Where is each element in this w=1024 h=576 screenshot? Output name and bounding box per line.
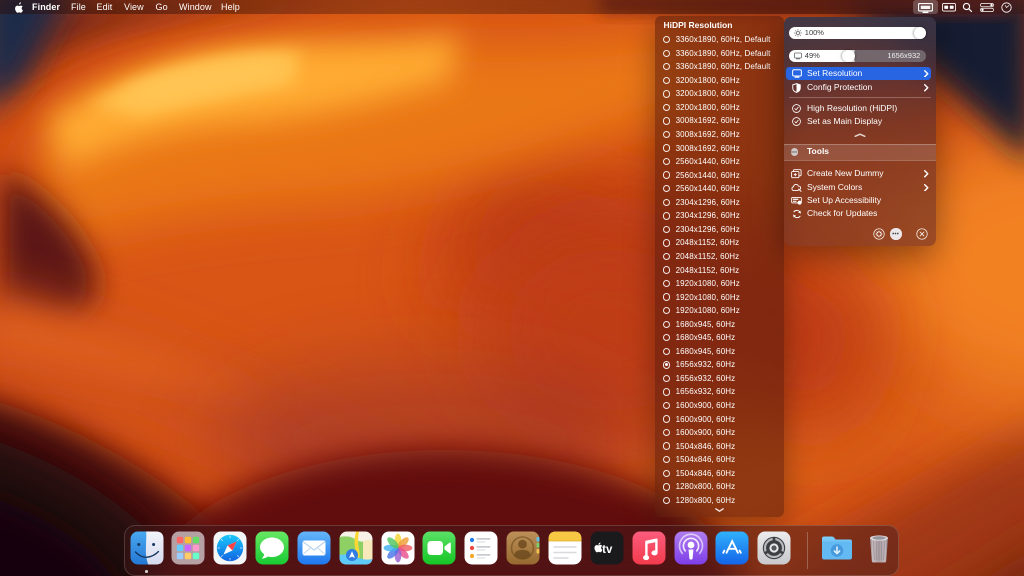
svg-text:tv: tv bbox=[602, 544, 613, 556]
